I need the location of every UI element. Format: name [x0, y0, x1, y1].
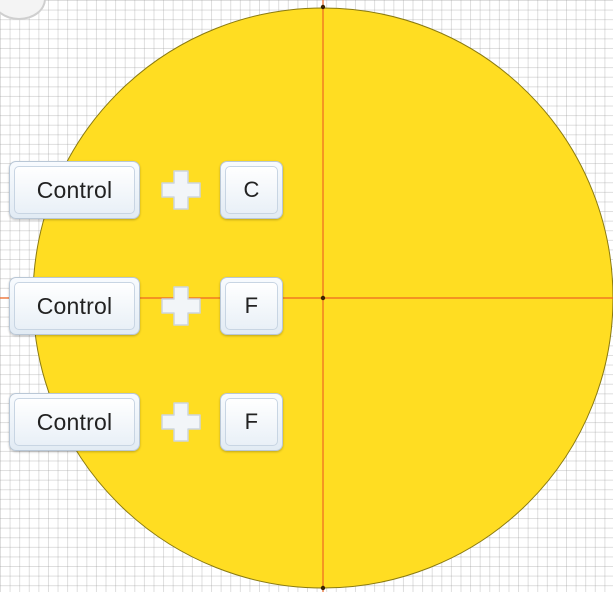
control-key-label: Control — [14, 282, 135, 330]
plus-icon — [155, 393, 207, 451]
shortcut-overlay-3: Control F — [9, 390, 283, 454]
control-key: Control — [9, 393, 140, 451]
f-key-label: F — [225, 398, 278, 446]
f-key: F — [220, 393, 283, 451]
control-key-label: Control — [14, 398, 135, 446]
c-key: C — [220, 161, 283, 219]
control-key: Control — [9, 277, 140, 335]
drawing-canvas[interactable]: Control C Control F Control F — [0, 0, 613, 592]
f-key-label: F — [225, 282, 278, 330]
plus-icon — [155, 277, 207, 335]
f-key: F — [220, 277, 283, 335]
bottom-point[interactable] — [320, 585, 326, 591]
shortcut-overlay-1: Control C — [9, 158, 283, 222]
shortcut-overlay-2: Control F — [9, 274, 283, 338]
c-key-label: C — [225, 166, 278, 214]
top-point[interactable] — [320, 4, 326, 10]
center-point[interactable] — [320, 295, 326, 301]
control-key-label: Control — [14, 166, 135, 214]
plus-icon — [155, 161, 207, 219]
control-key: Control — [9, 161, 140, 219]
